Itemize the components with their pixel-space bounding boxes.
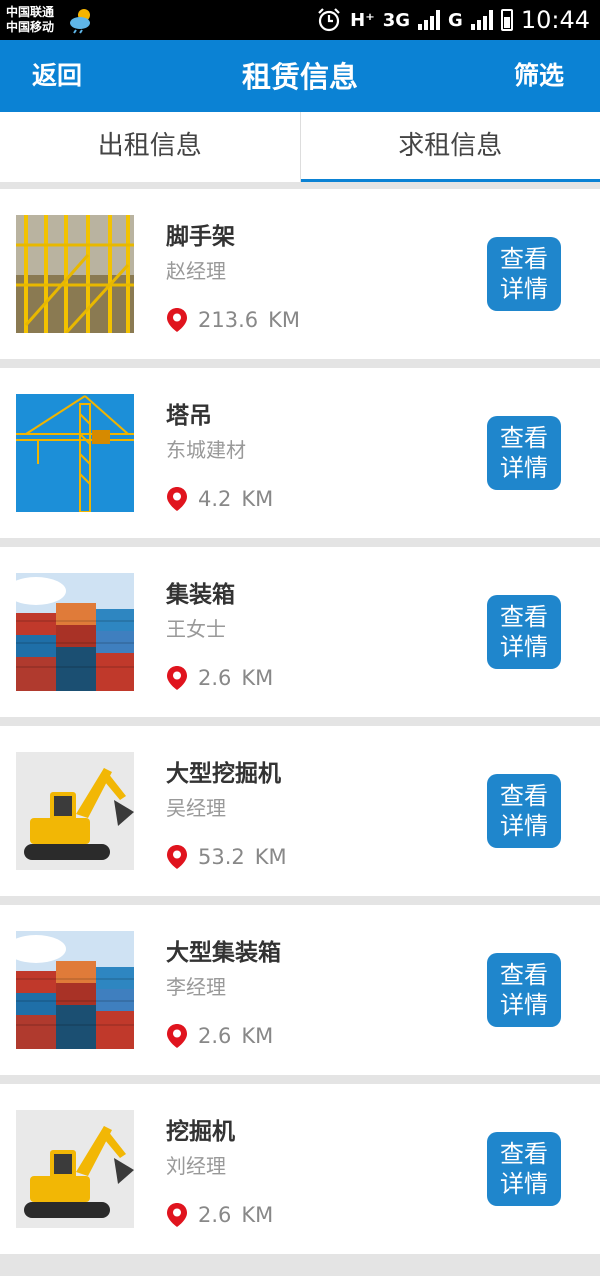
network-1: 3G — [382, 9, 411, 31]
carrier-info: 中国联通 中国移动 — [6, 5, 54, 35]
listing-distance: 213.6 KM — [166, 307, 300, 333]
listing-title: 大型挖掘机 — [166, 761, 281, 787]
distance-value: 2.6 — [198, 1024, 232, 1048]
view-details-button[interactable]: 查看 详情 — [487, 237, 561, 311]
tab-rent-out[interactable]: 出租信息 — [0, 112, 301, 182]
listing-thumbnail — [16, 215, 134, 333]
listing-contact: 刘经理 — [166, 1154, 226, 1178]
containers-image — [16, 573, 134, 691]
signal-icon — [418, 10, 441, 30]
location-pin-icon — [167, 666, 187, 690]
location-pin-icon — [167, 308, 187, 332]
signal-icon — [470, 10, 493, 30]
excavator-image — [16, 1110, 134, 1228]
button-text-line: 详情 — [500, 812, 548, 840]
list-item[interactable]: 大型集装箱 李经理 2.6 KM 查看 详情 — [0, 905, 600, 1075]
button-text-line: 查看 — [500, 961, 548, 989]
location-pin-icon — [167, 487, 187, 511]
page-title: 租赁信息 — [241, 60, 358, 94]
listing-contact: 吴经理 — [166, 796, 226, 820]
hplus-indicator: H⁺ — [350, 9, 375, 31]
distance-value: 2.6 — [198, 1203, 232, 1227]
listing-distance: 53.2 KM — [166, 844, 287, 870]
navbar: 返回 租赁信息 筛选 — [0, 40, 600, 112]
list-item[interactable]: 塔吊 东城建材 4.2 KM 查看 详情 — [0, 368, 600, 538]
distance-unit: KM — [241, 1203, 274, 1227]
distance-value: 213.6 — [198, 308, 259, 332]
network-2: G — [448, 9, 463, 31]
scaffold-image — [16, 215, 134, 333]
list-item[interactable]: 挖掘机 刘经理 2.6 KM 查看 详情 — [0, 1084, 600, 1254]
listing-distance: 2.6 KM — [166, 665, 273, 691]
listing-title: 挖掘机 — [166, 1119, 235, 1145]
distance-unit: KM — [254, 845, 287, 869]
excavator-image — [16, 752, 134, 870]
button-text-line: 详情 — [500, 1170, 548, 1198]
view-details-button[interactable]: 查看 详情 — [487, 774, 561, 848]
listing-title: 大型集装箱 — [166, 940, 281, 966]
listing-title: 脚手架 — [166, 224, 235, 250]
weather-icon — [70, 9, 90, 34]
location-pin-icon — [167, 845, 187, 869]
listing-thumbnail — [16, 1110, 134, 1228]
tower-crane-image — [16, 394, 134, 512]
button-text-line: 查看 — [500, 245, 548, 273]
view-details-button[interactable]: 查看 详情 — [487, 953, 561, 1027]
tab-rent-wanted[interactable]: 求租信息 — [300, 112, 600, 182]
listing-distance: 4.2 KM — [166, 486, 273, 512]
listing-thumbnail — [16, 573, 134, 691]
button-text-line: 查看 — [500, 782, 548, 810]
view-details-button[interactable]: 查看 详情 — [487, 595, 561, 669]
battery-icon — [500, 9, 513, 31]
location-pin-icon — [167, 1203, 187, 1227]
button-text-line: 详情 — [500, 275, 548, 303]
button-text-line: 查看 — [500, 1140, 548, 1168]
status-bar: 中国联通 中国移动 H⁺ 3G G 10:44 — [0, 0, 600, 40]
listing-contact: 东城建材 — [166, 438, 246, 462]
list-item[interactable]: 脚手架 赵经理 213.6 KM 查看 详情 — [0, 189, 600, 359]
listing-title: 塔吊 — [166, 403, 212, 429]
listing-thumbnail — [16, 931, 134, 1049]
distance-unit: KM — [241, 666, 274, 690]
location-pin-icon — [167, 1024, 187, 1048]
button-text-line: 查看 — [500, 603, 548, 631]
listing-contact: 李经理 — [166, 975, 226, 999]
carrier-2: 中国移动 — [6, 20, 55, 34]
button-text-line: 详情 — [500, 454, 548, 482]
distance-value: 2.6 — [198, 666, 232, 690]
back-button[interactable]: 返回 — [32, 40, 82, 112]
distance-value: 53.2 — [198, 845, 245, 869]
listing-thumbnail — [16, 752, 134, 870]
carrier-1: 中国联通 — [6, 5, 55, 19]
listing-contact: 王女士 — [166, 617, 226, 641]
containers-image — [16, 931, 134, 1049]
button-text-line: 查看 — [500, 424, 548, 452]
list-item[interactable]: 大型挖掘机 吴经理 53.2 KM 查看 详情 — [0, 726, 600, 896]
listing-contact: 赵经理 — [166, 259, 226, 283]
distance-unit: KM — [268, 308, 301, 332]
button-text-line: 详情 — [500, 991, 548, 1019]
alarm-icon — [318, 8, 340, 32]
listing-title: 集装箱 — [166, 582, 235, 608]
list-item[interactable]: 集装箱 王女士 2.6 KM 查看 详情 — [0, 547, 600, 717]
tab-bar: 出租信息 求租信息 — [0, 112, 600, 182]
button-text-line: 详情 — [500, 633, 548, 661]
listing-thumbnail — [16, 394, 134, 512]
listing-distance: 2.6 KM — [166, 1202, 273, 1228]
listing-distance: 2.6 KM — [166, 1023, 273, 1049]
listing-list: 脚手架 赵经理 213.6 KM 查看 详情 塔吊 东城建材 4.2 KM 查看… — [0, 189, 600, 1263]
view-details-button[interactable]: 查看 详情 — [487, 1132, 561, 1206]
distance-unit: KM — [241, 487, 274, 511]
view-details-button[interactable]: 查看 详情 — [487, 416, 561, 490]
clock: 10:44 — [520, 6, 590, 34]
distance-unit: KM — [241, 1024, 274, 1048]
distance-value: 4.2 — [198, 487, 232, 511]
filter-button[interactable]: 筛选 — [514, 40, 564, 112]
